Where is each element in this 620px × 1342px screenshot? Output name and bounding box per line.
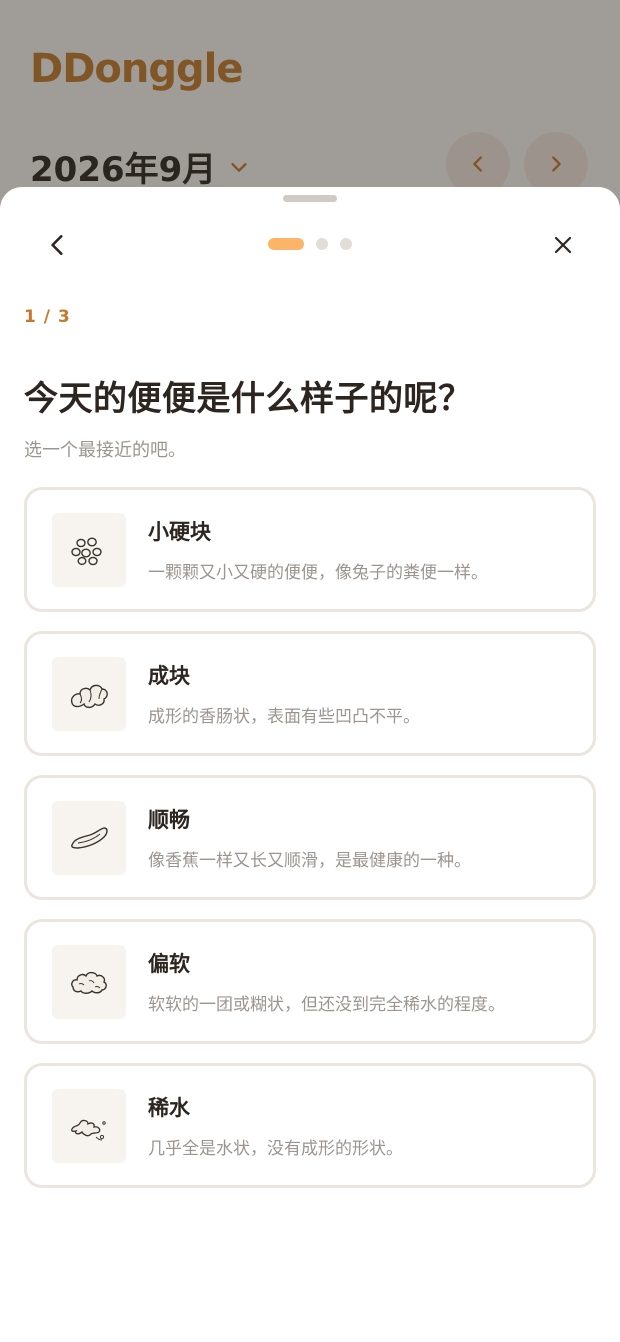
question-subtitle: 选一个最接近的吧。 [24, 440, 186, 461]
close-button[interactable] [541, 223, 585, 267]
option-card[interactable]: 偏软 软软的一团或糊状，但还没到完全稀水的程度。 [24, 919, 596, 1044]
step-dot-active [268, 238, 304, 250]
option-description: 像香蕉一样又长又顺滑，是最健康的一种。 [148, 851, 471, 871]
watery-splash-icon [52, 1089, 126, 1163]
option-card[interactable]: 稀水 几乎全是水状，没有成形的形状。 [24, 1063, 596, 1188]
back-button[interactable] [36, 223, 80, 267]
sheet-grabber[interactable] [283, 195, 337, 202]
option-list: 小硬块 一颗颗又小又硬的便便，像兔子的粪便一样。 成块 成形的香肠状，表面有些凹… [24, 487, 596, 1207]
close-icon [554, 236, 572, 254]
option-title: 成块 [148, 664, 190, 688]
chevron-left-icon [51, 235, 63, 255]
question-title: 今天的便便是什么样子的呢？ [24, 379, 473, 419]
option-description: 一颗颗又小又硬的便便，像兔子的粪便一样。 [148, 563, 488, 583]
option-card[interactable]: 小硬块 一颗颗又小又硬的便便，像兔子的粪便一样。 [24, 487, 596, 612]
option-title: 小硬块 [148, 520, 211, 544]
option-title: 顺畅 [148, 808, 190, 832]
lumpy-sausage-icon [52, 657, 126, 731]
step-counter: 1 / 3 [24, 307, 71, 327]
smooth-banana-icon [52, 801, 126, 875]
option-description: 成形的香肠状，表面有些凹凸不平。 [148, 707, 420, 727]
stool-type-sheet: 1 / 3 今天的便便是什么样子的呢？ 选一个最接近的吧。 小硬块 一颗颗又小又… [0, 187, 620, 1342]
step-dot [316, 238, 328, 250]
option-card[interactable]: 顺畅 像香蕉一样又长又顺滑，是最健康的一种。 [24, 775, 596, 900]
option-card[interactable]: 成块 成形的香肠状，表面有些凹凸不平。 [24, 631, 596, 756]
option-description: 软软的一团或糊状，但还没到完全稀水的程度。 [148, 995, 505, 1015]
option-title: 偏软 [148, 952, 190, 976]
option-title: 稀水 [148, 1096, 190, 1120]
option-description: 几乎全是水状，没有成形的形状。 [148, 1139, 403, 1159]
step-indicator [268, 238, 352, 250]
soft-blob-icon [52, 945, 126, 1019]
pellets-icon [52, 513, 126, 587]
step-dot [340, 238, 352, 250]
